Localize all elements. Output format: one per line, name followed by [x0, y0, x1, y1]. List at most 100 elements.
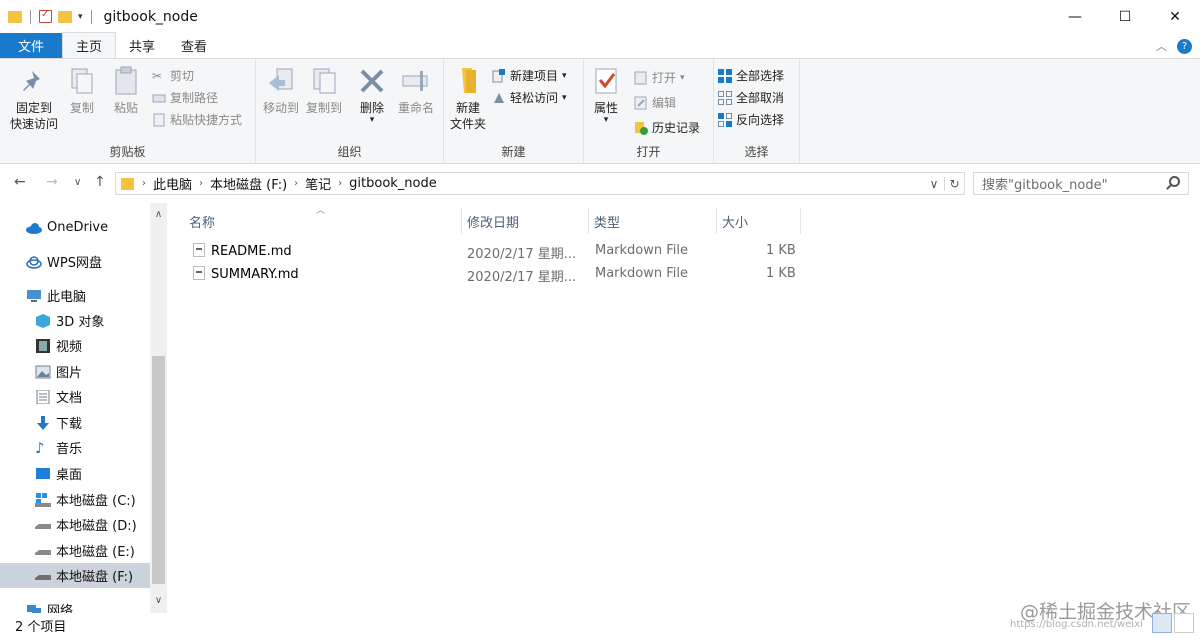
film-icon — [35, 338, 51, 353]
column-header-name[interactable]: 名称 — [184, 208, 462, 234]
edit-label: 编辑 — [652, 96, 677, 110]
select-all-button[interactable]: 全部选择 — [718, 67, 784, 84]
nav-label: 视频 — [56, 340, 83, 355]
nav-item-drive-f[interactable]: 本地磁盘 (F:) — [0, 563, 150, 588]
customize-toolbar-icon[interactable]: ▾ — [78, 12, 83, 22]
column-header-size[interactable]: 大小 — [717, 208, 801, 234]
rename-button[interactable]: 重命名 — [394, 65, 438, 116]
nav-label: 网络 — [47, 604, 74, 613]
document-icon — [35, 389, 51, 404]
nav-label: 本地磁盘 (D:) — [56, 519, 137, 534]
address-dropdown-icon[interactable]: ∨ — [924, 177, 944, 191]
search-icon[interactable] — [1169, 176, 1180, 187]
nav-item-onedrive[interactable]: OneDrive — [0, 215, 150, 240]
tab-view[interactable]: 查看 — [168, 33, 220, 58]
ribbon: 固定到 快速访问 复制 粘贴 ✂ 剪切 复制路径 粘贴快捷方式 剪贴板 移动到 … — [0, 58, 1200, 164]
nav-label: 桌面 — [56, 468, 83, 483]
copy-to-label: 复制到 — [305, 101, 342, 115]
copy-path-icon — [152, 91, 166, 105]
chevron-right-icon[interactable]: › — [292, 178, 300, 189]
breadcrumb-notes[interactable]: 笔记 — [300, 174, 336, 193]
nav-item-wps-drive[interactable]: WPS网盘 — [0, 249, 150, 274]
nav-item-pictures[interactable]: 图片 — [0, 359, 150, 384]
rename-label: 重命名 — [397, 101, 434, 115]
nav-item-videos[interactable]: 视频 — [0, 333, 150, 358]
table-row[interactable]: README.md 2020/2/17 星期... Markdown File … — [188, 240, 803, 262]
move-to-button[interactable]: 移动到 — [260, 65, 302, 116]
new-folder-button[interactable]: 新建 文件夹 — [448, 65, 488, 132]
properties-button[interactable]: 属性 ▾ — [590, 65, 622, 125]
delete-button[interactable]: 删除 ▾ — [356, 65, 388, 125]
history-button[interactable]: 历史记录 — [634, 119, 700, 136]
nav-item-music[interactable]: ♪ 音乐 — [0, 435, 150, 460]
minimize-button[interactable]: — — [1050, 0, 1100, 33]
edit-button[interactable]: 编辑 — [634, 94, 676, 111]
breadcrumb-drive-f[interactable]: 本地磁盘 (F:) — [205, 174, 292, 193]
scroll-down-icon[interactable]: ∨ — [150, 592, 167, 609]
tab-share[interactable]: 共享 — [116, 33, 168, 58]
scroll-up-icon[interactable]: ∧ — [150, 206, 167, 223]
nav-label: 图片 — [56, 366, 83, 381]
new-folder-quick-icon[interactable] — [58, 10, 72, 23]
pin-quick-access-button[interactable]: 固定到 快速访问 — [8, 65, 60, 132]
paste-shortcut-label: 粘贴快捷方式 — [170, 113, 243, 127]
collapse-ribbon-icon[interactable]: ︿ — [1156, 38, 1167, 54]
copy-button[interactable]: 复制 — [64, 65, 100, 116]
column-header-modified[interactable]: 修改日期 — [462, 208, 589, 234]
nav-item-network[interactable]: 网络 — [0, 597, 150, 613]
scrollbar-thumb[interactable] — [152, 356, 165, 584]
nav-item-this-pc[interactable]: 此电脑 — [0, 283, 150, 308]
new-item-button[interactable]: 新建项目 ▾ — [492, 67, 567, 84]
nav-item-downloads[interactable]: 下载 — [0, 410, 150, 435]
watermark-url: https://blog.csdn.net/weixi — [1010, 619, 1143, 630]
paste-icon — [110, 65, 142, 97]
paste-shortcut-button[interactable]: 粘贴快捷方式 — [152, 111, 242, 128]
maximize-button[interactable]: ☐ — [1100, 0, 1150, 33]
music-note-icon: ♪ — [35, 438, 45, 457]
nav-item-3d-objects[interactable]: 3D 对象 — [0, 308, 150, 333]
breadcrumb-gitbook-node[interactable]: gitbook_node — [344, 176, 442, 191]
column-header-type[interactable]: 类型 — [589, 208, 717, 234]
search-input[interactable]: 搜索"gitbook_node" — [973, 172, 1189, 195]
forward-arrow-icon[interactable]: → — [46, 174, 58, 190]
nav-pane-scrollbar[interactable]: ∧ ∨ — [150, 203, 167, 613]
nav-item-drive-c[interactable]: 本地磁盘 (C:) — [0, 487, 150, 512]
breadcrumb-this-pc[interactable]: 此电脑 — [148, 174, 197, 193]
properties-quick-icon[interactable] — [39, 9, 52, 23]
copy-path-button[interactable]: 复制路径 — [152, 89, 218, 106]
up-arrow-icon[interactable]: ↑ — [94, 174, 106, 190]
recent-locations-icon[interactable]: ∨ — [74, 177, 81, 188]
nav-item-documents[interactable]: 文档 — [0, 384, 150, 409]
open-group-label: 打开 — [636, 145, 661, 159]
nav-item-desktop[interactable]: 桌面 — [0, 461, 150, 486]
open-button[interactable]: 打开 ▾ — [634, 69, 685, 86]
navigation-bar: ← → ∨ ↑ › 此电脑 › 本地磁盘 (F:) › 笔记 › gitbook… — [0, 164, 1200, 201]
close-button[interactable]: ✕ — [1150, 0, 1200, 33]
cut-button[interactable]: ✂ 剪切 — [152, 67, 194, 84]
easy-access-button[interactable]: 轻松访问 ▾ — [492, 89, 567, 106]
details-view-icon[interactable] — [1152, 613, 1172, 633]
copy-to-button[interactable]: 复制到 — [302, 65, 346, 116]
invert-selection-button[interactable]: 反向选择 — [718, 111, 784, 128]
nav-item-drive-d[interactable]: 本地磁盘 (D:) — [0, 512, 150, 537]
address-bar[interactable]: › 此电脑 › 本地磁盘 (F:) › 笔记 › gitbook_node ∨ … — [115, 172, 965, 195]
large-icons-view-icon[interactable] — [1174, 613, 1194, 633]
back-arrow-icon[interactable]: ← — [14, 174, 26, 190]
chevron-right-icon[interactable]: › — [140, 178, 148, 189]
help-icon[interactable]: ? — [1177, 38, 1192, 54]
select-none-button[interactable]: 全部取消 — [718, 89, 784, 106]
divider — [90, 9, 92, 24]
chevron-right-icon[interactable]: › — [197, 178, 205, 189]
nav-item-drive-e[interactable]: 本地磁盘 (E:) — [0, 538, 150, 563]
file-size: 1 KB — [766, 243, 796, 258]
table-row[interactable]: SUMMARY.md 2020/2/17 星期... Markdown File… — [188, 263, 803, 285]
tab-file[interactable]: 文件 — [0, 33, 62, 58]
open-icon — [634, 71, 648, 85]
paste-label: 粘贴 — [113, 101, 138, 115]
tab-home[interactable]: 主页 — [62, 32, 117, 58]
chevron-right-icon[interactable]: › — [336, 178, 344, 189]
paste-button[interactable]: 粘贴 — [106, 65, 146, 116]
refresh-icon[interactable]: ↻ — [944, 176, 964, 191]
select-all-icon — [718, 68, 732, 83]
file-name-cell: SUMMARY.md — [193, 266, 299, 282]
